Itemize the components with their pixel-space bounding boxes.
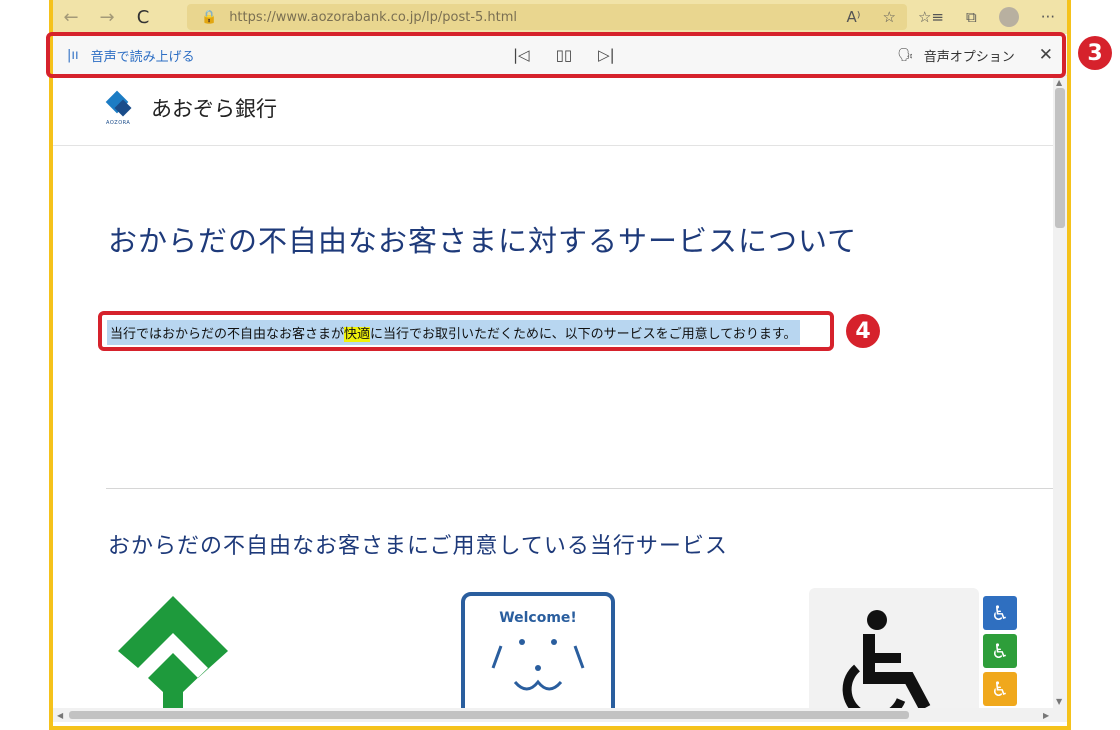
lock-icon: 🔒 <box>201 9 218 25</box>
address-bar-icons: A⁾ ☆ ☆≡ ⧉ ··· <box>847 0 1055 34</box>
welcome-sign-image: Welcome! <box>461 592 615 708</box>
page-title: おからだの不自由なお客さまに対するサービスについて <box>108 224 858 258</box>
callout-read-aloud-bar <box>46 32 1066 78</box>
browser-window: ← → C 🔒 https://www.aozorabank.co.jp/lp/… <box>49 0 1071 730</box>
back-icon[interactable]: ← <box>53 0 89 34</box>
scroll-right-icon[interactable]: ▶ <box>1043 711 1049 720</box>
logo[interactable]: AOZORA あおぞら銀行 <box>105 90 277 126</box>
scroll-down-icon[interactable]: ▼ <box>1056 697 1062 706</box>
logo-sub-text: AOZORA <box>106 120 131 126</box>
accessibility-blue-icon: ♿ <box>983 596 1017 630</box>
page-content: AOZORA あおぞら銀行 おからだの不自由なお客さまに対するサービスについて … <box>53 76 1053 708</box>
accessibility-orange-icon: ♿ <box>983 672 1017 706</box>
forward-icon[interactable]: → <box>89 0 125 34</box>
scroll-left-icon[interactable]: ◀ <box>57 711 63 720</box>
callout-intro-text <box>98 311 834 351</box>
avatar[interactable] <box>998 7 1019 27</box>
callout-badge-4: 4 <box>846 314 880 348</box>
section-heading: おからだの不自由なお客さまにご用意している当行サービス <box>108 534 728 559</box>
logo-text: あおぞら銀行 <box>151 97 277 121</box>
favorite-icon[interactable]: ☆ <box>883 8 896 26</box>
section-divider <box>106 488 1053 489</box>
collections-icon[interactable]: ⧉ <box>966 8 977 26</box>
scroll-up-icon[interactable]: ▲ <box>1056 78 1062 87</box>
accessibility-icons: ♿ ♿ ♿ <box>983 596 1017 706</box>
horizontal-scrollbar[interactable]: ◀ ▶ <box>53 708 1067 722</box>
address-bar: ← → C 🔒 https://www.aozorabank.co.jp/lp/… <box>53 0 1067 34</box>
wheelchair-icon <box>842 610 931 708</box>
vertical-scrollbar[interactable]: ▲ ▼ <box>1053 76 1067 708</box>
refresh-icon[interactable]: C <box>125 0 161 34</box>
accessibility-green-icon: ♿ <box>983 634 1017 668</box>
dog-face-icon <box>491 639 585 691</box>
url-field[interactable]: 🔒 https://www.aozorabank.co.jp/lp/post-5… <box>187 4 907 30</box>
header-divider <box>53 145 1053 146</box>
vertical-scroll-thumb[interactable] <box>1055 88 1065 228</box>
horizontal-scroll-thumb[interactable] <box>69 711 909 719</box>
read-aloud-icon[interactable]: A⁾ <box>847 8 861 26</box>
more-icon[interactable]: ··· <box>1041 8 1055 26</box>
heart-building-mark-icon <box>118 596 228 708</box>
welcome-text: Welcome! <box>499 610 577 626</box>
favorites-icon[interactable]: ☆≡ <box>918 8 944 26</box>
logo-mark-icon: AOZORA <box>105 90 135 126</box>
url-text: https://www.aozorabank.co.jp/lp/post-5.h… <box>229 9 518 25</box>
callout-badge-3: 3 <box>1078 36 1112 70</box>
wheelchair-mark-image <box>809 588 979 708</box>
